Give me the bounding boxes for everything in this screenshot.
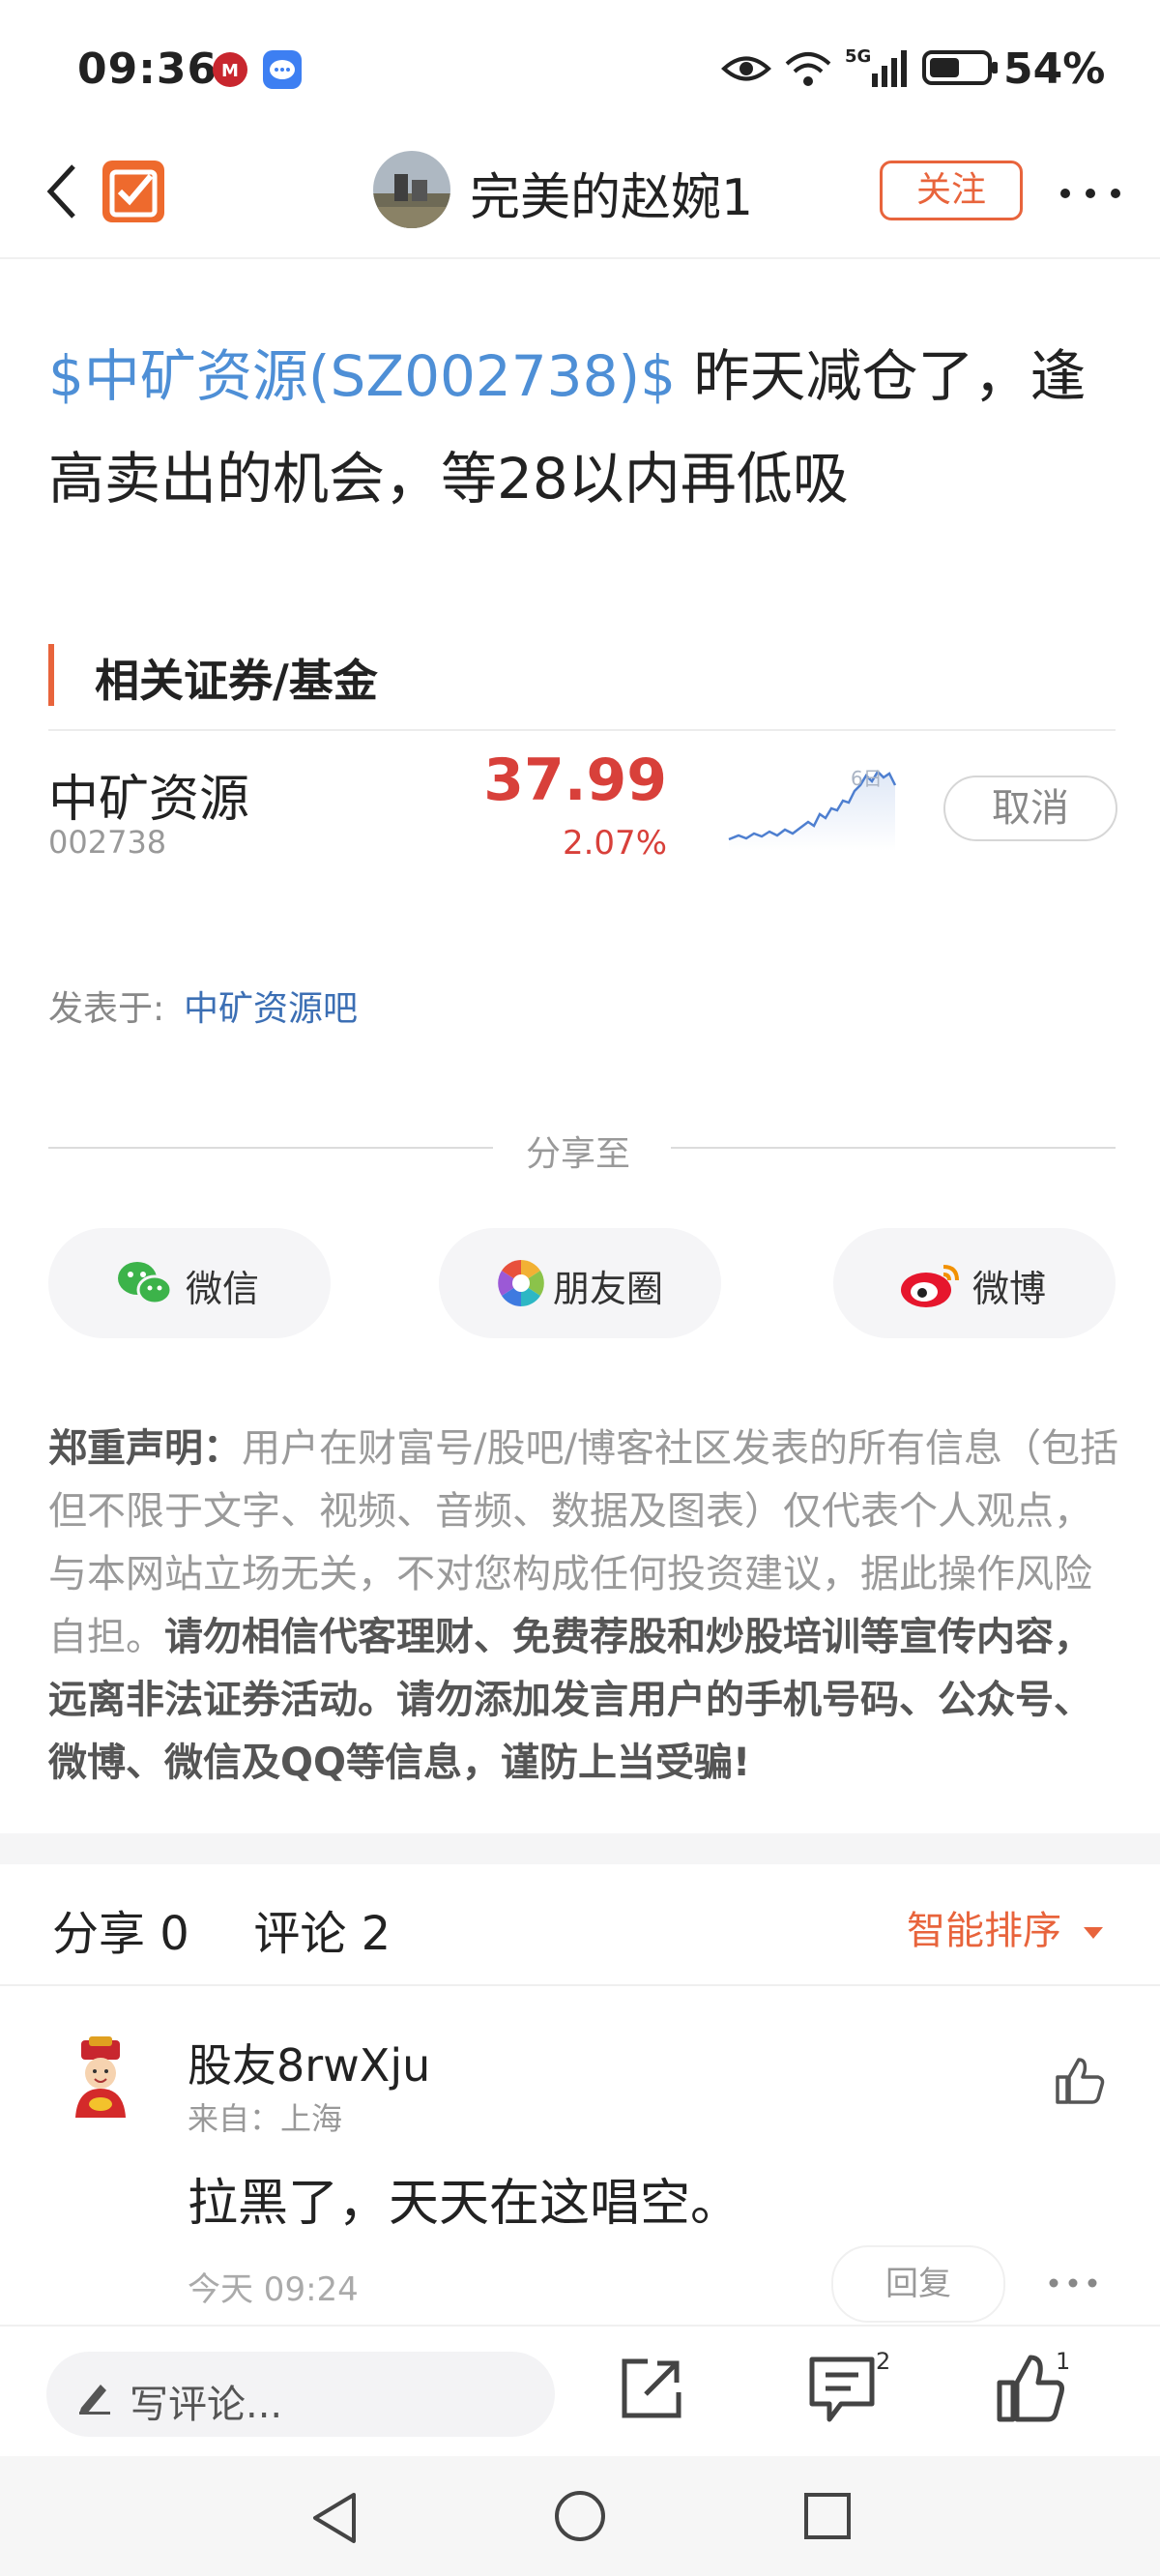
comments-divider [0, 1984, 1160, 1986]
sort-dropdown[interactable]: 智能排序 [907, 1899, 1105, 1955]
pencil-icon [79, 2385, 110, 2415]
author-name[interactable]: 完美的赵婉1 [470, 157, 753, 229]
comment-time: 今天 09:24 [188, 2270, 359, 2309]
tab-share[interactable]: 分享 0 [52, 1907, 189, 1961]
share-divider-right [671, 1147, 1116, 1149]
battery-icon [922, 48, 1000, 91]
share-weibo-button[interactable]: 微博 [833, 1228, 1116, 1338]
app-logo-icon [101, 159, 166, 228]
disclaimer-warning: 请勿相信代客理财、免费荐股和炒股培训等宣传内容，远离非法证券活动。请勿添加发言用… [48, 1615, 1092, 1785]
commenter-avatar[interactable] [60, 2036, 141, 2122]
wifi-icon [781, 46, 835, 95]
eye-icon [721, 52, 771, 89]
cancel-watch-button[interactable]: 取消 [943, 776, 1117, 841]
comment-location: 来自：上海 [188, 2100, 343, 2137]
post-content: $中矿资源(SZ002738)$ 昨天减仓了，逢 高卖出的机会，等28以内再低吸 [48, 325, 1121, 530]
battery-percent: 54% [1003, 44, 1106, 94]
post-text-line2: 高卖出的机会，等28以内再低吸 [48, 446, 849, 512]
status-bar: 09:36 M 5G 54% [0, 0, 1160, 135]
stock-tag-link[interactable]: $中矿资源(SZ002738)$ [48, 343, 676, 409]
status-time: 09:36 [77, 44, 218, 94]
published-label: 发表于: [48, 989, 165, 1029]
reply-button[interactable]: 回复 [831, 2245, 1005, 2323]
comment-like-button[interactable] [1052, 2054, 1106, 2112]
caret-down-icon [1083, 1927, 1103, 1939]
svg-text:5G: 5G [845, 46, 871, 67]
cellular-signal-icon: 5G [845, 44, 909, 95]
share-post-button[interactable] [619, 2356, 684, 2425]
bottom-action-bar: 写评论... 2 1 [0, 2325, 1160, 2458]
write-comment-input[interactable]: 写评论... [46, 2352, 555, 2437]
nav-back-icon[interactable] [307, 2489, 362, 2551]
forum-link[interactable]: 中矿资源吧 [184, 981, 358, 1031]
moments-aperture-icon [498, 1260, 544, 1306]
share-moments-button[interactable]: 朋友圈 [439, 1228, 721, 1338]
message-app-icon [261, 48, 304, 95]
notification-app-icon: M [211, 50, 249, 93]
comment-tabs: 分享 0 评论 2 [52, 1895, 391, 1963]
nav-bar: 完美的赵婉1 关注 [0, 135, 1160, 259]
related-section-title: 相关证券/基金 [95, 655, 378, 707]
stock-name[interactable]: 中矿资源 [48, 758, 249, 831]
commenter-name[interactable]: 股友8rwXju [188, 2031, 430, 2094]
more-options-icon[interactable] [1056, 186, 1125, 205]
post-text-line1: 昨天减仓了，逢 [676, 343, 1087, 409]
comment-count-badge: 2 [876, 2348, 891, 2375]
write-comment-placeholder: 写评论... [130, 2383, 283, 2427]
section-divider [48, 729, 1116, 731]
share-wechat-label: 微信 [186, 1268, 260, 1310]
share-arrow-icon [622, 2358, 682, 2418]
share-label: 分享至 [526, 1134, 631, 1174]
like-count-badge: 1 [1056, 2348, 1071, 2375]
follow-button[interactable]: 关注 [880, 161, 1023, 220]
stock-sparkline[interactable]: 6日 [725, 764, 905, 855]
sort-label: 智能排序 [907, 1909, 1061, 1953]
stock-change: 2.07% [562, 824, 667, 863]
comment-more-icon[interactable] [1048, 2274, 1098, 2293]
section-accent-bar [48, 644, 54, 706]
share-wechat-button[interactable]: 微信 [48, 1228, 331, 1338]
back-arrow-icon [46, 164, 75, 219]
nav-home-icon[interactable] [553, 2489, 607, 2547]
comments-button[interactable] [808, 2354, 878, 2431]
stock-code: 002738 [48, 824, 167, 861]
share-weibo-label: 微博 [972, 1268, 1047, 1310]
tab-comments[interactable]: 评论 2 [253, 1907, 391, 1961]
thumbs-up-icon [1056, 2058, 1105, 2104]
author-avatar[interactable] [373, 151, 450, 228]
stock-price: 37.99 [483, 746, 667, 814]
comment-text: 拉黑了，天天在这唱空。 [188, 2175, 741, 2233]
share-divider-left [48, 1147, 493, 1149]
nav-recents-icon[interactable] [802, 2491, 853, 2545]
weibo-icon [901, 1265, 959, 1307]
disclaimer: 郑重声明：用户在财富号/股吧/博客社区发表的所有信息（包括但不限于文字、视频、音… [48, 1418, 1121, 1795]
section-separator [0, 1833, 1160, 1864]
share-moments-label: 朋友圈 [553, 1268, 664, 1310]
back-button[interactable] [43, 161, 81, 226]
comment-bubble-icon [809, 2356, 875, 2422]
svg-text:M: M [221, 61, 239, 81]
disclaimer-title: 郑重声明： [48, 1426, 242, 1471]
sparkline-period-label: 6日 [851, 767, 883, 790]
system-navigation-bar [0, 2456, 1160, 2576]
wechat-icon [118, 1262, 173, 1305]
